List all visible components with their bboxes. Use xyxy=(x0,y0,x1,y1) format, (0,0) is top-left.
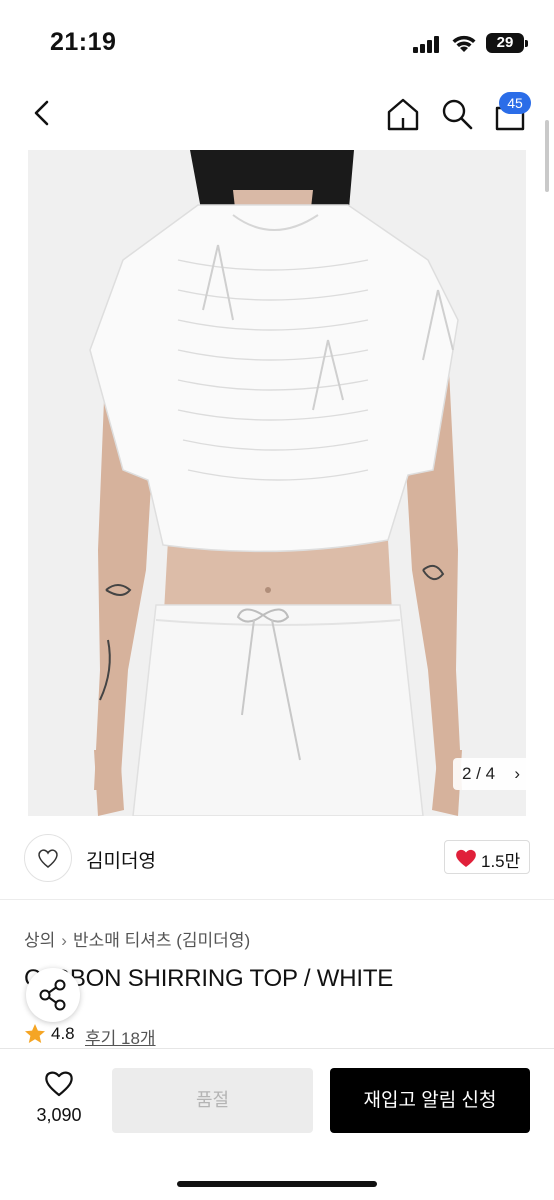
home-indicator xyxy=(177,1181,377,1187)
signal-icon xyxy=(413,35,443,53)
star-icon xyxy=(25,1024,45,1043)
rating-score: 4.8 xyxy=(51,1024,75,1043)
product-photo xyxy=(28,150,526,816)
breadcrumb-subcategory[interactable]: 반소매 티셔츠 (김미더영) xyxy=(73,931,250,950)
share-button[interactable] xyxy=(26,968,80,1022)
heart-icon[interactable] xyxy=(44,1069,74,1097)
bottom-action-bar: 3,090 품절 재입고 알림 신청 xyxy=(0,1048,554,1200)
back-arrow-icon[interactable] xyxy=(28,96,56,130)
brand-like-button[interactable]: 1.5만 xyxy=(444,840,530,874)
search-icon[interactable] xyxy=(440,96,474,132)
heart-icon xyxy=(456,849,476,867)
image-page-indicator[interactable]: 2 / 4 › xyxy=(453,758,530,790)
brand-name[interactable]: 김미더영 xyxy=(86,846,156,873)
top-navigation xyxy=(0,88,554,140)
cart-count-badge: 45 xyxy=(499,92,531,114)
review-count-link[interactable]: 후기 18개 xyxy=(85,1024,156,1049)
scroll-indicator xyxy=(545,120,549,192)
brand-row: 김미더영 1.5만 xyxy=(0,816,554,900)
status-time: 21:19 xyxy=(50,28,117,56)
chevron-right-icon: › xyxy=(514,764,520,783)
share-icon xyxy=(39,979,66,1011)
page-indicator-text: 2 / 4 xyxy=(462,764,496,783)
brand-logo-mark xyxy=(38,849,58,868)
chevron-right-icon: › xyxy=(61,931,67,950)
restock-alert-button[interactable]: 재입고 알림 신청 xyxy=(330,1068,530,1133)
wifi-icon xyxy=(452,35,476,52)
status-bar: 21:19 29 xyxy=(0,0,554,88)
breadcrumb: 상의 › 반소매 티셔츠 (김미더영) xyxy=(24,926,250,951)
brand-like-count: 1.5만 xyxy=(481,852,521,871)
brand-logo[interactable] xyxy=(24,834,72,882)
product-image[interactable] xyxy=(28,150,526,816)
breadcrumb-category[interactable]: 상의 xyxy=(24,931,55,950)
soldout-button: 품절 xyxy=(112,1068,313,1133)
battery-icon: 29 xyxy=(486,33,528,53)
home-icon[interactable] xyxy=(386,96,420,132)
wish-count: 3,090 xyxy=(36,1105,82,1125)
